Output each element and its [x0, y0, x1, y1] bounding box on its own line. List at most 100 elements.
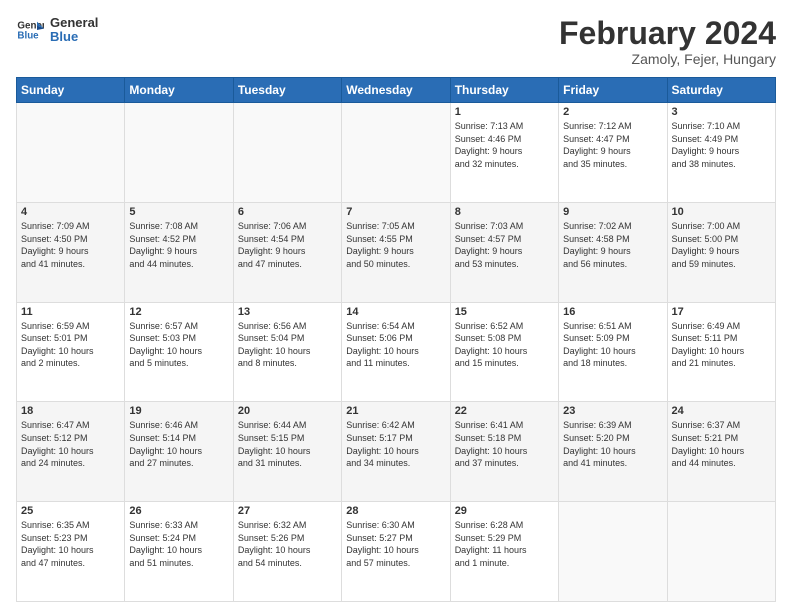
day-info: Sunrise: 6:35 AM Sunset: 5:23 PM Dayligh… — [21, 519, 120, 569]
day-number: 17 — [672, 306, 771, 318]
day-info: Sunrise: 7:00 AM Sunset: 5:00 PM Dayligh… — [672, 220, 771, 270]
day-info: Sunrise: 6:28 AM Sunset: 5:29 PM Dayligh… — [455, 519, 554, 569]
calendar-cell: 11 Sunrise: 6:59 AM Sunset: 5:01 PM Dayli… — [17, 302, 125, 402]
calendar-cell — [342, 103, 450, 203]
calendar-week-row: 18 Sunrise: 6:47 AM Sunset: 5:12 PM Dayli… — [17, 402, 776, 502]
day-number: 28 — [346, 505, 445, 517]
calendar-cell — [559, 502, 667, 602]
logo: General Blue General Blue — [16, 16, 98, 45]
day-number: 21 — [346, 405, 445, 417]
calendar-cell — [17, 103, 125, 203]
logo-line1: General — [50, 16, 98, 30]
calendar-header-thursday: Thursday — [450, 78, 558, 103]
day-number: 22 — [455, 405, 554, 417]
day-info: Sunrise: 6:59 AM Sunset: 5:01 PM Dayligh… — [21, 320, 120, 370]
day-number: 7 — [346, 206, 445, 218]
calendar-header-monday: Monday — [125, 78, 233, 103]
day-info: Sunrise: 6:49 AM Sunset: 5:11 PM Dayligh… — [672, 320, 771, 370]
day-number: 26 — [129, 505, 228, 517]
svg-text:Blue: Blue — [17, 31, 39, 42]
calendar-cell: 18 Sunrise: 6:47 AM Sunset: 5:12 PM Dayli… — [17, 402, 125, 502]
day-info: Sunrise: 7:09 AM Sunset: 4:50 PM Dayligh… — [21, 220, 120, 270]
day-number: 14 — [346, 306, 445, 318]
day-info: Sunrise: 6:41 AM Sunset: 5:18 PM Dayligh… — [455, 419, 554, 469]
calendar-cell: 22 Sunrise: 6:41 AM Sunset: 5:18 PM Dayli… — [450, 402, 558, 502]
calendar-cell — [667, 502, 775, 602]
day-info: Sunrise: 6:52 AM Sunset: 5:08 PM Dayligh… — [455, 320, 554, 370]
day-info: Sunrise: 7:08 AM Sunset: 4:52 PM Dayligh… — [129, 220, 228, 270]
day-info: Sunrise: 6:30 AM Sunset: 5:27 PM Dayligh… — [346, 519, 445, 569]
logo-line2: Blue — [50, 30, 98, 44]
day-info: Sunrise: 7:02 AM Sunset: 4:58 PM Dayligh… — [563, 220, 662, 270]
calendar-cell — [125, 103, 233, 203]
calendar-cell: 8Sunrise: 7:03 AM Sunset: 4:57 PM Daylig… — [450, 202, 558, 302]
calendar-table: SundayMondayTuesdayWednesdayThursdayFrid… — [16, 77, 776, 602]
calendar-cell: 27Sunrise: 6:32 AM Sunset: 5:26 PM Dayli… — [233, 502, 341, 602]
day-number: 3 — [672, 106, 771, 118]
day-number: 25 — [21, 505, 120, 517]
calendar-cell: 5 Sunrise: 7:08 AM Sunset: 4:52 PM Daylig… — [125, 202, 233, 302]
day-info: Sunrise: 7:03 AM Sunset: 4:57 PM Dayligh… — [455, 220, 554, 270]
month-title: February 2024 — [559, 16, 776, 51]
calendar-cell: 2 Sunrise: 7:12 AM Sunset: 4:47 PM Daylig… — [559, 103, 667, 203]
calendar-cell: 24 Sunrise: 6:37 AM Sunset: 5:21 PM Dayli… — [667, 402, 775, 502]
calendar-cell: 29 Sunrise: 6:28 AM Sunset: 5:29 PM Dayli… — [450, 502, 558, 602]
day-number: 19 — [129, 405, 228, 417]
day-number: 18 — [21, 405, 120, 417]
day-number: 12 — [129, 306, 228, 318]
day-number: 4 — [21, 206, 120, 218]
calendar-cell: 23 Sunrise: 6:39 AM Sunset: 5:20 PM Dayli… — [559, 402, 667, 502]
logo-icon: General Blue — [16, 16, 44, 44]
day-number: 16 — [563, 306, 662, 318]
day-number: 9 — [563, 206, 662, 218]
calendar-header-saturday: Saturday — [667, 78, 775, 103]
calendar-week-row: 4 Sunrise: 7:09 AM Sunset: 4:50 PM Daylig… — [17, 202, 776, 302]
calendar-header-wednesday: Wednesday — [342, 78, 450, 103]
day-number: 24 — [672, 405, 771, 417]
calendar-cell: 7Sunrise: 7:05 AM Sunset: 4:55 PM Daylig… — [342, 202, 450, 302]
day-number: 10 — [672, 206, 771, 218]
calendar-cell: 28 Sunrise: 6:30 AM Sunset: 5:27 PM Dayli… — [342, 502, 450, 602]
day-info: Sunrise: 7:10 AM Sunset: 4:49 PM Dayligh… — [672, 120, 771, 170]
day-number: 20 — [238, 405, 337, 417]
day-number: 29 — [455, 505, 554, 517]
day-info: Sunrise: 6:51 AM Sunset: 5:09 PM Dayligh… — [563, 320, 662, 370]
calendar-cell: 9 Sunrise: 7:02 AM Sunset: 4:58 PM Daylig… — [559, 202, 667, 302]
day-info: Sunrise: 6:57 AM Sunset: 5:03 PM Dayligh… — [129, 320, 228, 370]
day-number: 13 — [238, 306, 337, 318]
calendar-cell: 17 Sunrise: 6:49 AM Sunset: 5:11 PM Dayli… — [667, 302, 775, 402]
day-number: 11 — [21, 306, 120, 318]
title-block: February 2024 Zamoly, Fejer, Hungary — [559, 16, 776, 67]
day-number: 1 — [455, 106, 554, 118]
day-info: Sunrise: 6:33 AM Sunset: 5:24 PM Dayligh… — [129, 519, 228, 569]
calendar-cell: 14Sunrise: 6:54 AM Sunset: 5:06 PM Dayli… — [342, 302, 450, 402]
calendar-cell: 3 Sunrise: 7:10 AM Sunset: 4:49 PM Daylig… — [667, 103, 775, 203]
day-number: 5 — [129, 206, 228, 218]
calendar-header-row: SundayMondayTuesdayWednesdayThursdayFrid… — [17, 78, 776, 103]
day-info: Sunrise: 6:56 AM Sunset: 5:04 PM Dayligh… — [238, 320, 337, 370]
day-number: 2 — [563, 106, 662, 118]
day-info: Sunrise: 6:37 AM Sunset: 5:21 PM Dayligh… — [672, 419, 771, 469]
day-number: 6 — [238, 206, 337, 218]
day-info: Sunrise: 7:12 AM Sunset: 4:47 PM Dayligh… — [563, 120, 662, 170]
day-number: 23 — [563, 405, 662, 417]
calendar-cell: 4 Sunrise: 7:09 AM Sunset: 4:50 PM Daylig… — [17, 202, 125, 302]
calendar-week-row: 25 Sunrise: 6:35 AM Sunset: 5:23 PM Dayli… — [17, 502, 776, 602]
calendar-cell: 15Sunrise: 6:52 AM Sunset: 5:08 PM Dayli… — [450, 302, 558, 402]
calendar-cell: 12 Sunrise: 6:57 AM Sunset: 5:03 PM Dayli… — [125, 302, 233, 402]
calendar-header-friday: Friday — [559, 78, 667, 103]
calendar-cell: 10 Sunrise: 7:00 AM Sunset: 5:00 PM Dayli… — [667, 202, 775, 302]
day-info: Sunrise: 6:47 AM Sunset: 5:12 PM Dayligh… — [21, 419, 120, 469]
calendar-header-tuesday: Tuesday — [233, 78, 341, 103]
calendar-cell — [233, 103, 341, 203]
header: General Blue General Blue February 2024 … — [16, 16, 776, 67]
calendar-week-row: 1Sunrise: 7:13 AM Sunset: 4:46 PM Daylig… — [17, 103, 776, 203]
calendar-cell: 16 Sunrise: 6:51 AM Sunset: 5:09 PM Dayli… — [559, 302, 667, 402]
page: General Blue General Blue February 2024 … — [0, 0, 792, 612]
day-info: Sunrise: 6:46 AM Sunset: 5:14 PM Dayligh… — [129, 419, 228, 469]
day-info: Sunrise: 6:44 AM Sunset: 5:15 PM Dayligh… — [238, 419, 337, 469]
calendar-cell: 13 Sunrise: 6:56 AM Sunset: 5:04 PM Dayli… — [233, 302, 341, 402]
day-info: Sunrise: 6:39 AM Sunset: 5:20 PM Dayligh… — [563, 419, 662, 469]
calendar-cell: 21Sunrise: 6:42 AM Sunset: 5:17 PM Dayli… — [342, 402, 450, 502]
calendar-week-row: 11 Sunrise: 6:59 AM Sunset: 5:01 PM Dayli… — [17, 302, 776, 402]
